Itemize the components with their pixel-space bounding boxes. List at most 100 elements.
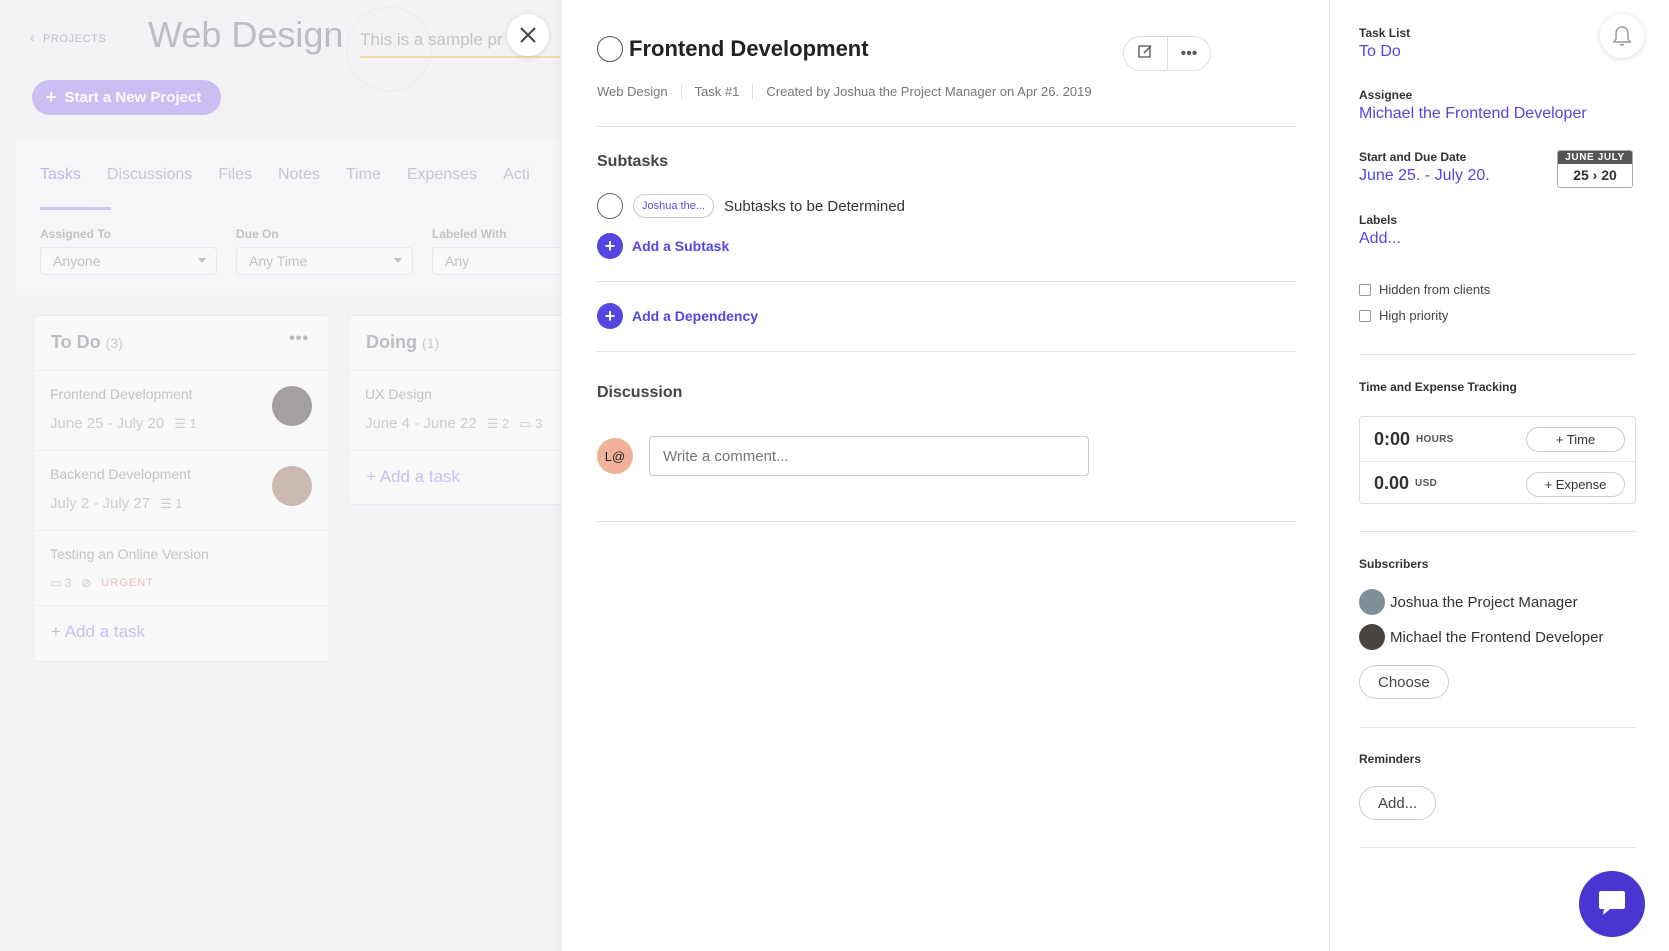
reminders-label: Reminders <box>1359 752 1422 766</box>
subtask-name[interactable]: Subtasks to be Determined <box>724 198 905 215</box>
column-header: To Do (3) ••• <box>34 316 329 371</box>
dates-label: Start and Due Date <box>1359 150 1467 164</box>
hidden-from-clients-option[interactable]: Hidden from clients <box>1359 282 1490 297</box>
subtask-item: Joshua the... Subtasks to be Determined <box>597 193 905 219</box>
tracking-box: 0:00 HOURS + Time 0.00 USD + Expense <box>1359 416 1636 504</box>
column-title: To Do <box>51 332 101 352</box>
add-reminder-button[interactable]: Add... <box>1359 786 1437 820</box>
edit-task-button[interactable] <box>1124 37 1167 70</box>
task-card[interactable]: Frontend Development June 25 - July 20 ☰ … <box>34 371 329 451</box>
task-card[interactable]: UX Design June 4 - June 22 ☰ 2 ▭ 3 <box>349 371 587 451</box>
project-title: Web Design <box>148 14 344 55</box>
tab-notes[interactable]: Notes <box>278 166 320 184</box>
complete-task-checkbox[interactable] <box>597 36 623 62</box>
subtask-count-icon: ☰ 1 <box>174 416 197 431</box>
avatar: L@ <box>597 438 633 474</box>
task-created-info: Created by Joshua the Project Manager on… <box>752 84 1104 99</box>
task-card[interactable]: Backend Development July 2 - July 27 ☰ 1 <box>34 451 329 531</box>
breadcrumb-projects[interactable]: PROJECTS <box>43 33 106 45</box>
chevron-left-icon: ‹ <box>30 30 35 45</box>
subtask-count: 1 <box>175 496 183 511</box>
more-options-icon[interactable]: ••• <box>289 330 309 348</box>
divider <box>597 126 1297 127</box>
add-task-link[interactable]: + Add a task <box>34 606 329 658</box>
assignee-field: Assignee Michael the Frontend Developer <box>1359 88 1587 123</box>
add-dependency-label: Add a Dependency <box>632 308 759 324</box>
subscriber-item: Michael the Frontend Developer <box>1359 624 1603 650</box>
task-card[interactable]: Testing an Online Version ▭ 3 ⊘ URGENT <box>34 531 329 606</box>
subtask-checkbox[interactable] <box>597 193 623 219</box>
comment-icon: ▭ 3 <box>50 576 72 590</box>
time-tracking-row: 0:00 HOURS + Time <box>1360 417 1635 461</box>
filter-due-value: Any Time <box>249 253 308 269</box>
close-icon <box>520 27 536 43</box>
tab-discussions[interactable]: Discussions <box>107 166 192 184</box>
tab-tasks[interactable]: Tasks <box>40 166 81 184</box>
divider <box>597 281 1297 282</box>
plus-circle-icon: + <box>597 303 623 329</box>
filter-label-labels: Labeled With <box>432 227 507 241</box>
caret-down-icon <box>198 258 206 263</box>
usd-value: 0.00 <box>1374 473 1410 493</box>
add-subtask-button[interactable]: + Add a Subtask <box>597 233 729 259</box>
divider <box>597 351 1297 352</box>
add-expense-button[interactable]: + Expense <box>1526 472 1625 497</box>
subscribers-label: Subscribers <box>1359 557 1429 571</box>
hidden-from-clients-checkbox[interactable] <box>1359 283 1371 296</box>
tab-time[interactable]: Time <box>346 166 381 184</box>
chat-support-button[interactable] <box>1579 871 1645 937</box>
subtasks-heading: Subtasks <box>597 153 669 170</box>
add-time-button[interactable]: + Time <box>1526 427 1625 452</box>
breadcrumb[interactable]: ‹ PROJECTS <box>30 30 106 45</box>
divider <box>1359 847 1636 848</box>
assignee-value[interactable]: Michael the Frontend Developer <box>1359 105 1587 123</box>
tab-files[interactable]: Files <box>218 166 252 184</box>
high-priority-option[interactable]: High priority <box>1359 308 1490 323</box>
add-label-link[interactable]: Add... <box>1359 230 1401 248</box>
chat-bubble-icon <box>1599 891 1625 915</box>
task-project-link[interactable]: Web Design <box>597 84 681 99</box>
avatar <box>272 386 312 426</box>
subscriber-name: Joshua the Project Manager <box>1390 593 1578 611</box>
task-title[interactable]: Frontend Development <box>629 36 869 62</box>
tab-expenses[interactable]: Expenses <box>407 166 477 184</box>
hours-unit: HOURS <box>1416 433 1454 445</box>
add-task-link[interactable]: + Add a task <box>349 451 587 503</box>
plus-circle-icon: + <box>597 233 623 259</box>
tab-activity[interactable]: Acti <box>503 166 530 184</box>
add-subtask-label: Add a Subtask <box>632 238 730 254</box>
discussion-heading: Discussion <box>597 384 683 401</box>
column-title: Doing <box>366 332 417 352</box>
column-todo: To Do (3) ••• Frontend Development June … <box>33 315 330 662</box>
start-new-project-label: Start a New Project <box>64 89 202 106</box>
dates-value[interactable]: June 25. - July 20. <box>1359 167 1490 185</box>
start-new-project-button[interactable]: + Start a New Project <box>32 80 222 115</box>
avatar <box>1359 589 1385 615</box>
filter-assigned-value: Anyone <box>53 253 101 269</box>
calendar-icon[interactable]: JUNE JULY 25 › 20 <box>1557 150 1633 188</box>
notifications-button[interactable] <box>1600 14 1644 58</box>
task-options-button[interactable]: ••• <box>1167 37 1210 70</box>
task-list-field: Task List To Do <box>1359 26 1410 61</box>
close-modal-button[interactable] <box>507 14 549 56</box>
filter-assigned-select[interactable]: Anyone <box>40 247 217 275</box>
task-list-value[interactable]: To Do <box>1359 43 1410 61</box>
comment-input[interactable] <box>649 436 1089 476</box>
column-count: (3) <box>105 335 123 351</box>
filter-label-assigned: Assigned To <box>40 227 112 241</box>
high-priority-checkbox[interactable] <box>1359 309 1371 322</box>
filter-label-due: Due On <box>236 227 279 241</box>
dates-field: Start and Due Date June 25. - July 20. <box>1359 150 1490 185</box>
column-header: Doing (1) <box>349 316 587 371</box>
hidden-from-clients-label: Hidden from clients <box>1379 282 1491 297</box>
subtask-count-icon: ☰ 1 <box>160 496 183 511</box>
subscriber-name: Michael the Frontend Developer <box>1390 628 1604 646</box>
add-dependency-button[interactable]: + Add a Dependency <box>597 303 758 329</box>
filter-due-select[interactable]: Any Time <box>236 247 413 275</box>
task-list-label: Task List <box>1359 26 1411 40</box>
subtask-assignee[interactable]: Joshua the... <box>633 194 714 218</box>
avatar <box>1359 624 1385 650</box>
assignee-label: Assignee <box>1359 88 1413 102</box>
choose-subscribers-button[interactable]: Choose <box>1359 665 1449 699</box>
project-tabs: Tasks Discussions Files Notes Time Expen… <box>40 166 530 184</box>
